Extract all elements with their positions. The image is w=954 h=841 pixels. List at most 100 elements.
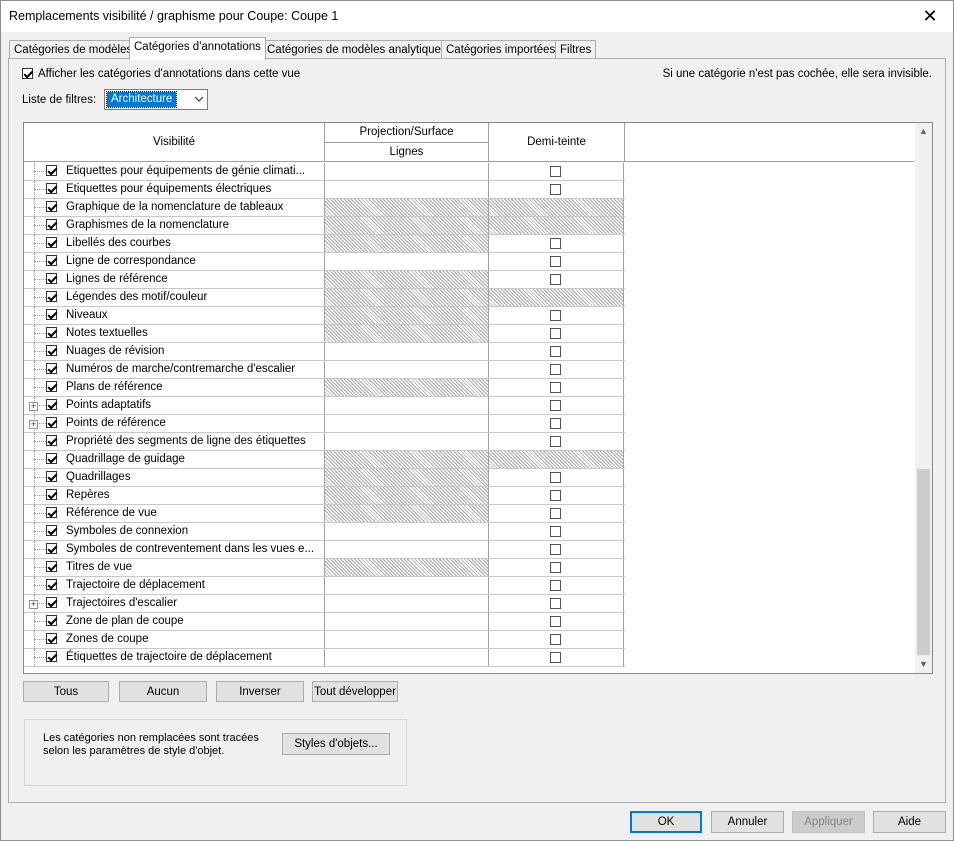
table-row[interactable]: Repères: [24, 487, 625, 505]
visibility-checkbox[interactable]: [46, 345, 57, 356]
table-row[interactable]: + Points adaptatifs: [24, 397, 625, 415]
cell-halftone[interactable]: [489, 397, 624, 414]
visibility-checkbox[interactable]: [46, 381, 57, 392]
halftone-checkbox[interactable]: [550, 382, 561, 393]
halftone-checkbox[interactable]: [550, 310, 561, 321]
visibility-checkbox[interactable]: [46, 633, 57, 644]
help-button[interactable]: Aide: [873, 811, 946, 833]
cell-halftone[interactable]: [489, 253, 624, 270]
halftone-checkbox[interactable]: [550, 364, 561, 375]
table-row[interactable]: Zone de plan de coupe: [24, 613, 625, 631]
visibility-checkbox[interactable]: [46, 507, 57, 518]
visibility-checkbox[interactable]: [46, 399, 57, 410]
tab-model-categories[interactable]: Catégories de modèles: [9, 40, 138, 59]
cell-lines[interactable]: [325, 181, 489, 198]
visibility-checkbox[interactable]: [46, 363, 57, 374]
cell-halftone[interactable]: [489, 487, 624, 504]
cell-halftone[interactable]: [489, 469, 624, 486]
tab-imported-categories[interactable]: Catégories importées: [441, 40, 561, 59]
table-row[interactable]: Légendes des motif/couleur: [24, 289, 625, 307]
visibility-checkbox[interactable]: [46, 489, 57, 500]
table-row[interactable]: Numéros de marche/contremarche d'escalie…: [24, 361, 625, 379]
close-icon[interactable]: ✕: [907, 1, 953, 32]
table-row[interactable]: Niveaux: [24, 307, 625, 325]
cell-lines[interactable]: [325, 577, 489, 594]
visibility-checkbox[interactable]: [46, 561, 57, 572]
table-row[interactable]: Quadrillage de guidage: [24, 451, 625, 469]
table-row[interactable]: Zones de coupe: [24, 631, 625, 649]
cell-lines[interactable]: [325, 163, 489, 180]
cell-halftone[interactable]: [489, 343, 624, 360]
halftone-checkbox[interactable]: [550, 562, 561, 573]
ok-button[interactable]: OK: [630, 811, 702, 833]
up-arrow-icon[interactable]: ▲: [915, 123, 932, 140]
show-categories-checkbox[interactable]: [22, 68, 33, 79]
object-styles-button[interactable]: Styles d'objets...: [282, 733, 390, 755]
header-visibility[interactable]: Visibilité: [24, 123, 325, 162]
halftone-checkbox[interactable]: [550, 526, 561, 537]
visibility-checkbox[interactable]: [46, 309, 57, 320]
cell-halftone[interactable]: [489, 235, 624, 252]
header-lines[interactable]: Lignes: [325, 143, 489, 162]
cancel-button[interactable]: Annuler: [711, 811, 784, 833]
visibility-checkbox[interactable]: [46, 255, 57, 266]
table-row[interactable]: Notes textuelles: [24, 325, 625, 343]
visibility-checkbox[interactable]: [46, 183, 57, 194]
halftone-checkbox[interactable]: [550, 472, 561, 483]
visibility-checkbox[interactable]: [46, 651, 57, 662]
cell-halftone[interactable]: [489, 271, 624, 288]
table-row[interactable]: Ligne de correspondance: [24, 253, 625, 271]
tab-filters[interactable]: Filtres: [555, 40, 597, 59]
invert-button[interactable]: Inverser: [216, 681, 304, 702]
cell-lines[interactable]: [325, 253, 489, 270]
cell-halftone[interactable]: [489, 559, 624, 576]
expand-icon[interactable]: +: [29, 402, 38, 411]
table-row[interactable]: + Trajectoires d'escalier: [24, 595, 625, 613]
cell-halftone[interactable]: [489, 307, 624, 324]
visibility-checkbox[interactable]: [46, 471, 57, 482]
expand-all-button[interactable]: Tout développer: [312, 681, 398, 702]
cell-halftone[interactable]: [489, 379, 624, 396]
table-row[interactable]: Trajectoire de déplacement: [24, 577, 625, 595]
halftone-checkbox[interactable]: [550, 400, 561, 411]
visibility-checkbox[interactable]: [46, 201, 57, 212]
table-row[interactable]: Etiquettes pour équipements de génie cli…: [24, 163, 625, 181]
table-row[interactable]: Graphismes de la nomenclature: [24, 217, 625, 235]
scrollbar-thumb[interactable]: [917, 469, 930, 655]
apply-button[interactable]: Appliquer: [792, 811, 865, 833]
visibility-checkbox[interactable]: [46, 273, 57, 284]
cell-lines[interactable]: [325, 361, 489, 378]
cell-lines[interactable]: [325, 343, 489, 360]
cell-lines[interactable]: [325, 631, 489, 648]
halftone-checkbox[interactable]: [550, 490, 561, 501]
halftone-checkbox[interactable]: [550, 418, 561, 429]
expand-icon[interactable]: +: [29, 420, 38, 429]
cell-halftone[interactable]: [489, 649, 624, 666]
select-none-button[interactable]: Aucun: [119, 681, 207, 702]
halftone-checkbox[interactable]: [550, 238, 561, 249]
halftone-checkbox[interactable]: [550, 580, 561, 591]
visibility-checkbox[interactable]: [46, 453, 57, 464]
table-row[interactable]: Graphique de la nomenclature de tableaux: [24, 199, 625, 217]
halftone-checkbox[interactable]: [550, 508, 561, 519]
vertical-scrollbar[interactable]: ▲ ▼: [915, 123, 932, 673]
visibility-checkbox[interactable]: [46, 327, 57, 338]
table-row[interactable]: Plans de référence: [24, 379, 625, 397]
cell-lines[interactable]: [325, 649, 489, 666]
halftone-checkbox[interactable]: [550, 346, 561, 357]
table-row[interactable]: Titres de vue: [24, 559, 625, 577]
visibility-checkbox[interactable]: [46, 525, 57, 536]
visibility-checkbox[interactable]: [46, 615, 57, 626]
cell-halftone[interactable]: [489, 523, 624, 540]
table-row[interactable]: Symboles de contreventement dans les vue…: [24, 541, 625, 559]
table-row[interactable]: Lignes de référence: [24, 271, 625, 289]
visibility-checkbox[interactable]: [46, 417, 57, 428]
cell-halftone[interactable]: [489, 181, 624, 198]
header-projection-surface[interactable]: Projection/Surface: [325, 123, 489, 143]
cell-lines[interactable]: [325, 433, 489, 450]
halftone-checkbox[interactable]: [550, 436, 561, 447]
visibility-checkbox[interactable]: [46, 219, 57, 230]
cell-halftone[interactable]: [489, 577, 624, 594]
down-arrow-icon[interactable]: ▼: [915, 656, 932, 673]
visibility-checkbox[interactable]: [46, 237, 57, 248]
